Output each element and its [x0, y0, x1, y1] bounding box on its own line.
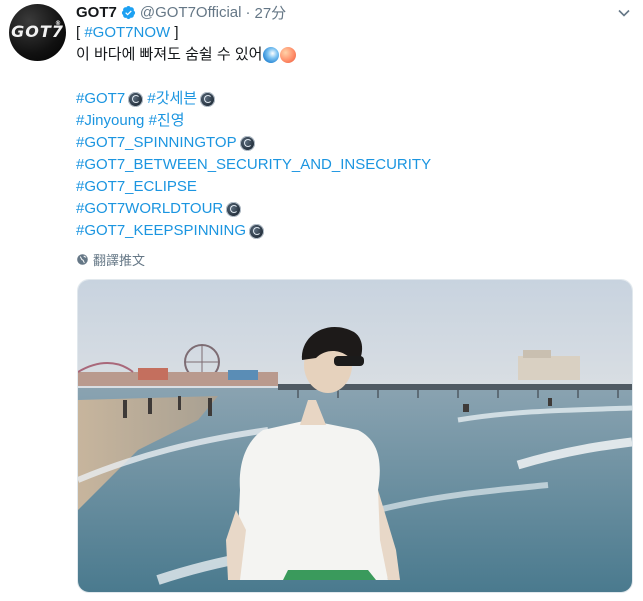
- tweet-text-span: ]: [170, 24, 179, 41]
- tweet-text-span: 이 바다에 빠져도 숨쉴 수 있어: [76, 46, 263, 63]
- hashtag-link[interactable]: #GOT7_SPINNINGTOP: [76, 132, 237, 154]
- tweet-line: 이 바다에 빠져도 숨쉴 수 있어: [76, 44, 626, 66]
- hashtag-link[interactable]: #진영: [149, 110, 185, 132]
- hashtag-link[interactable]: #GOT7: [76, 88, 125, 110]
- hashtag-link[interactable]: #GOT7NOW: [84, 22, 170, 44]
- beach-video-frame: [78, 280, 632, 592]
- globe-icon: [77, 254, 88, 265]
- tweet-header: GOT7 @GOT7Official · 27分: [76, 2, 286, 22]
- got7-hashflag-icon: [200, 91, 216, 107]
- tweet-line: #GOT7_KEEPSPINNING: [76, 220, 626, 242]
- tweet-line: [ #GOT7NOW ]: [76, 22, 626, 44]
- hashtag-link[interactable]: #GOT7WORLDTOUR: [76, 198, 223, 220]
- hashtag-link[interactable]: #Jinyoung: [76, 110, 144, 132]
- hashtag-link[interactable]: #갓세븐: [147, 88, 197, 110]
- got7-hashflag-icon: [249, 223, 265, 239]
- translate-label: 翻譯推文: [93, 253, 146, 268]
- tweet-line: #GOT7WORLDTOUR: [76, 198, 626, 220]
- avatar[interactable]: GOT7 ®: [9, 4, 66, 61]
- verified-badge-icon: [121, 5, 135, 19]
- display-name[interactable]: GOT7: [76, 4, 117, 21]
- chevron-down-icon[interactable]: [617, 6, 631, 20]
- tweet-line: #GOT7_ECLIPSE: [76, 176, 626, 198]
- got7-hashflag-icon: [239, 135, 255, 151]
- tweet-text: [ #GOT7NOW ] 이 바다에 빠져도 숨쉴 수 있어 #GOT7 #갓세븐 #…: [76, 22, 626, 242]
- translate-tweet-button[interactable]: 翻譯推文: [76, 250, 145, 269]
- separator: ·: [245, 3, 251, 21]
- tweet-line: #GOT7_SPINNINGTOP: [76, 132, 626, 154]
- hashtag-link[interactable]: #GOT7_KEEPSPINNING: [76, 220, 246, 242]
- tweet-text-span: [: [76, 24, 85, 41]
- tweet-line: #GOT7 #갓세븐: [76, 88, 626, 110]
- got7-hashflag-icon: [226, 201, 242, 217]
- tweet-media-video[interactable]: [77, 279, 633, 593]
- wave-emoji-icon: [263, 47, 280, 63]
- tweet-line: #Jinyoung #진영: [76, 110, 626, 132]
- got7-hashflag-icon: [128, 91, 144, 107]
- tweet-line: #GOT7_BETWEEN_SECURITY_AND_INSECURITY: [76, 154, 626, 176]
- timestamp[interactable]: 27分: [254, 2, 286, 23]
- peach-emoji-icon: [280, 47, 297, 63]
- avatar-logo: GOT7 ®: [11, 20, 64, 41]
- hashtag-link[interactable]: #GOT7_BETWEEN_SECURITY_AND_INSECURITY: [76, 154, 431, 176]
- hashtag-link[interactable]: #GOT7_ECLIPSE: [76, 176, 197, 198]
- handle[interactable]: @GOT7Official: [140, 4, 242, 21]
